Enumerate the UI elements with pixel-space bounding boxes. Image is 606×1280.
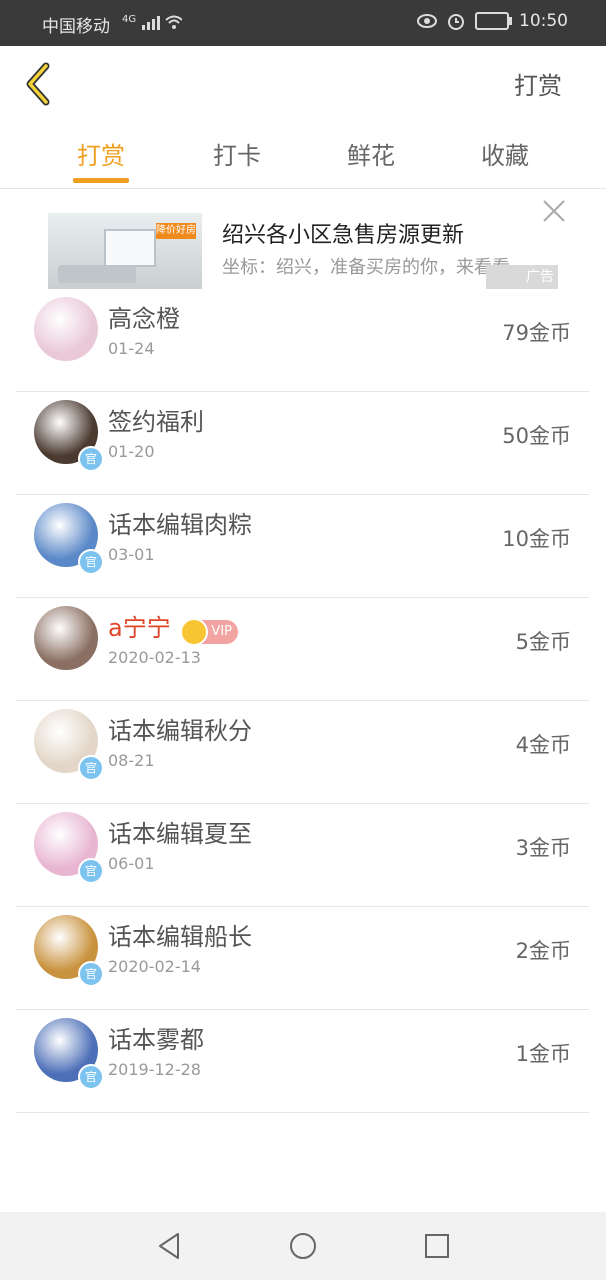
user-name: 话本雾都 (108, 1026, 204, 1054)
user-name: a宁宁 (108, 614, 171, 642)
active-tab-indicator (73, 178, 129, 183)
ad-image-tag: 降价好房 (156, 223, 196, 239)
nav-back-triangle-icon[interactable] (154, 1230, 186, 1262)
reward-date: 2020-02-14 (108, 957, 201, 976)
ad-subtitle: 坐标：绍兴，准备买房的你，来看看 (222, 257, 510, 278)
list-item[interactable]: 官 签约福利 01-20 50金币 (16, 392, 589, 495)
crown-icon (180, 618, 208, 646)
tab-reward[interactable]: 打赏 (46, 136, 156, 171)
vip-badge: VIP (180, 618, 238, 646)
avatar[interactable] (34, 297, 98, 361)
ad-image-sofa (58, 265, 136, 283)
user-name: 签约福利 (108, 408, 204, 436)
official-badge-icon: 官 (78, 1064, 104, 1090)
eye-icon (417, 14, 437, 28)
signal-wifi-icon (141, 15, 183, 30)
avatar[interactable] (34, 606, 98, 670)
list-item[interactable]: 高念橙 01-24 79金币 (16, 289, 589, 392)
battery-icon (475, 12, 512, 30)
ad-image-window (104, 229, 156, 267)
reward-amount: 10金币 (502, 527, 571, 551)
back-chevron-icon[interactable] (22, 62, 56, 106)
official-badge-icon: 官 (78, 446, 104, 472)
reward-amount: 2金币 (515, 939, 571, 963)
nav-recents-square-icon[interactable] (421, 1230, 453, 1262)
list-item[interactable]: 官 话本雾都 2019-12-28 1金币 (16, 1010, 589, 1113)
network-type: 4G (122, 14, 137, 25)
reward-date: 01-24 (108, 339, 155, 358)
user-name: 话本编辑秋分 (108, 717, 252, 745)
list-item[interactable]: 官 话本编辑夏至 06-01 3金币 (16, 804, 589, 907)
ad-label: 广告 (486, 265, 558, 289)
ad-title[interactable]: 绍兴各小区急售房源更新 (222, 217, 464, 249)
clock: 10:50 (519, 11, 568, 31)
user-name: 高念橙 (108, 305, 180, 333)
tab-flowers[interactable]: 鲜花 (316, 136, 426, 171)
alarm-icon (448, 14, 464, 30)
reward-amount: 50金币 (502, 424, 571, 448)
reward-amount: 4金币 (515, 733, 571, 757)
user-name: 话本编辑夏至 (108, 820, 252, 848)
ad-close-icon[interactable] (540, 197, 568, 225)
reward-date: 08-21 (108, 751, 155, 770)
reward-date: 03-01 (108, 545, 155, 564)
system-nav-bar (0, 1212, 606, 1280)
official-badge-icon: 官 (78, 961, 104, 987)
tab-checkin[interactable]: 打卡 (182, 136, 292, 171)
list-item[interactable]: 官 话本编辑船长 2020-02-14 2金币 (16, 907, 589, 1010)
reward-date: 06-01 (108, 854, 155, 873)
ad-image[interactable]: 降价好房 (48, 213, 202, 289)
list-item[interactable]: 官 话本编辑肉粽 03-01 10金币 (16, 495, 589, 598)
reward-amount: 79金币 (502, 321, 571, 345)
header-reward-button[interactable]: 打赏 (514, 66, 562, 101)
carrier-label: 中国移动 (42, 17, 110, 37)
reward-amount: 1金币 (515, 1042, 571, 1066)
list-item[interactable]: 官 话本编辑秋分 08-21 4金币 (16, 701, 589, 804)
ad-banner[interactable]: 降价好房 绍兴各小区急售房源更新 坐标：绍兴，准备买房的你，来看看 广告 (0, 189, 606, 289)
tab-bar: 打赏 打卡 鲜花 收藏 (0, 120, 606, 189)
header: 打赏 (0, 46, 606, 120)
nav-home-circle-icon[interactable] (287, 1230, 319, 1262)
status-right: 10:50 (417, 11, 568, 31)
user-name: 话本编辑船长 (108, 923, 252, 951)
tab-favorites[interactable]: 收藏 (450, 136, 560, 171)
reward-date: 2019-12-28 (108, 1060, 201, 1079)
reward-date: 01-20 (108, 442, 155, 461)
network-indicator: 4G (122, 14, 183, 35)
reward-list: 高念橙 01-24 79金币 官 签约福利 01-20 50金币 官 话本编辑肉… (16, 289, 589, 1113)
official-badge-icon: 官 (78, 858, 104, 884)
status-bar: 中国移动 4G 10:50 (0, 0, 606, 46)
official-badge-icon: 官 (78, 549, 104, 575)
reward-amount: 3金币 (515, 836, 571, 860)
user-name: 话本编辑肉粽 (108, 511, 252, 539)
vip-label: VIP (211, 624, 232, 639)
reward-amount: 5金币 (515, 630, 571, 654)
official-badge-icon: 官 (78, 755, 104, 781)
reward-date: 2020-02-13 (108, 648, 201, 667)
list-item[interactable]: a宁宁 VIP 2020-02-13 5金币 (16, 598, 589, 701)
